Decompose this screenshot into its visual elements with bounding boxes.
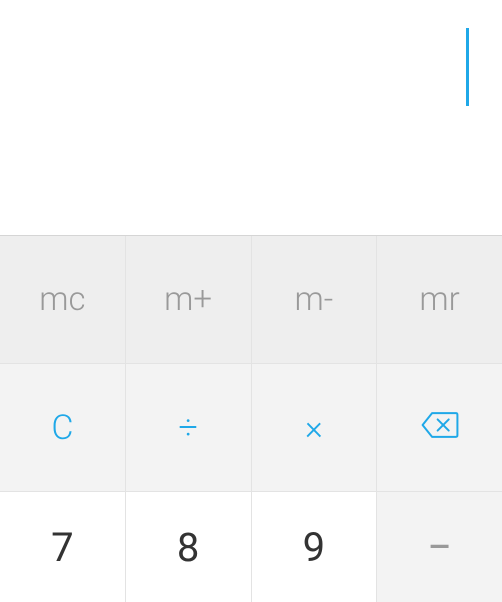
- backspace-icon: [421, 408, 459, 448]
- calculator-display: [0, 0, 502, 236]
- memory-plus-button[interactable]: m+: [126, 236, 252, 363]
- clear-button[interactable]: C: [0, 364, 126, 491]
- digit-9-button[interactable]: 9: [252, 492, 378, 602]
- divide-button[interactable]: ÷: [126, 364, 252, 491]
- keypad: mc m+ m- mr C ÷ × 7 8 9 −: [0, 236, 502, 602]
- memory-minus-button[interactable]: m-: [252, 236, 378, 363]
- backspace-button[interactable]: [377, 364, 502, 491]
- memory-clear-button[interactable]: mc: [0, 236, 126, 363]
- memory-row: mc m+ m- mr: [0, 236, 502, 364]
- input-cursor: [466, 28, 469, 106]
- digits-row: 7 8 9 −: [0, 492, 502, 602]
- digit-7-button[interactable]: 7: [0, 492, 126, 602]
- digit-8-button[interactable]: 8: [126, 492, 252, 602]
- minus-button[interactable]: −: [377, 492, 502, 602]
- multiply-button[interactable]: ×: [252, 364, 378, 491]
- memory-recall-button[interactable]: mr: [377, 236, 502, 363]
- ops-row: C ÷ ×: [0, 364, 502, 492]
